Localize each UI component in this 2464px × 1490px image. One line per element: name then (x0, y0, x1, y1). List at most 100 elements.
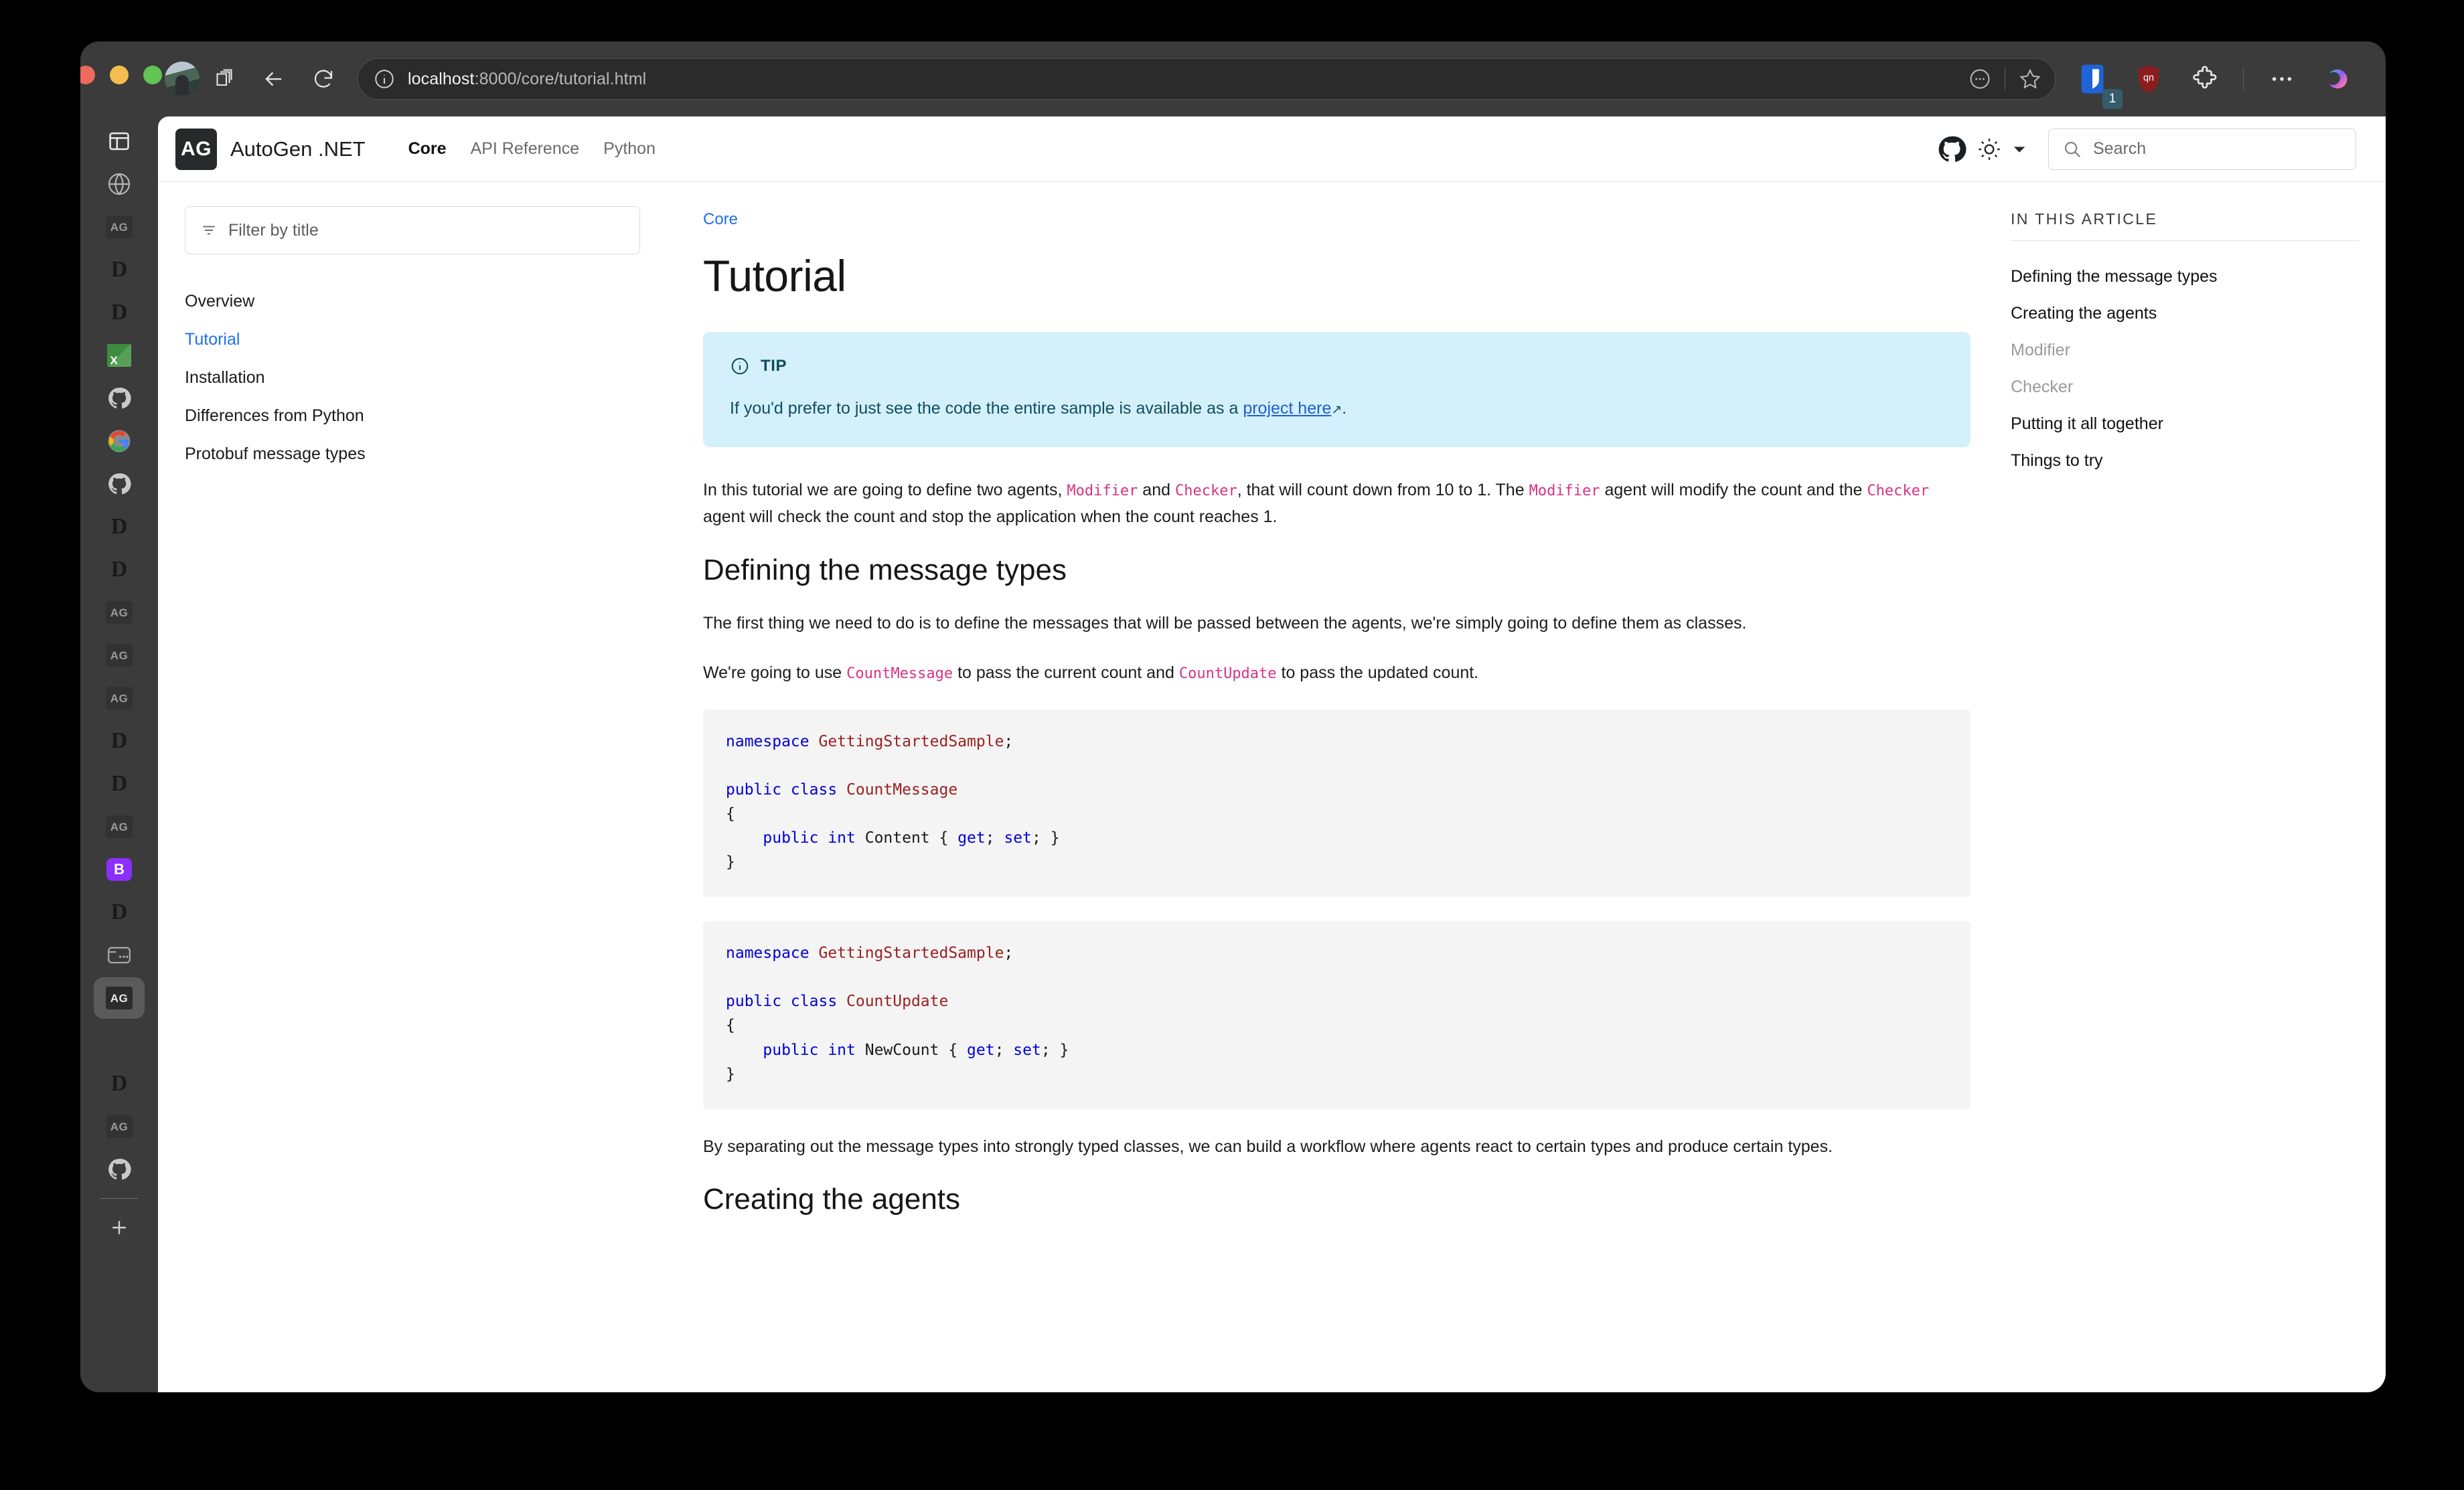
tab-microsoft[interactable] (94, 1020, 145, 1062)
docs-favicon: D (110, 557, 128, 582)
site-header: AG AutoGen .NET Core API Reference Python (158, 116, 2386, 182)
docs-favicon: D (110, 1071, 128, 1096)
tab-autogen-5[interactable]: AG (94, 806, 145, 847)
toc-item-defining-the-message-types[interactable]: Defining the message types (2011, 258, 2359, 295)
tab-docs-6[interactable]: D (94, 763, 145, 805)
text: , that will count down from 10 to 1. The (1237, 480, 1529, 499)
theme-dropdown-caret[interactable] (2008, 131, 2031, 168)
autogen-favicon: AG (106, 216, 133, 238)
page-actions-button[interactable] (1959, 61, 2001, 97)
vertical-tab-strip: AG D D X D D AG AG AG D D AG B D AG D AG (80, 42, 162, 1392)
docs-favicon: D (110, 728, 128, 753)
tab-github-1[interactable] (94, 378, 145, 419)
sidebar-item-differences-from-python[interactable]: Differences from Python (185, 397, 640, 435)
split-view-icon (108, 946, 131, 964)
inline-code: Checker (1174, 482, 1237, 499)
tab-autogen-active[interactable]: AG (94, 977, 145, 1019)
tab-autogen-2[interactable]: AG (94, 592, 145, 633)
tip-header: TIP (730, 356, 1944, 376)
topnav-python[interactable]: Python (591, 139, 668, 159)
profile-avatar[interactable] (165, 62, 200, 96)
text: We're going to use (703, 663, 847, 682)
filter-input[interactable]: Filter by title (185, 206, 640, 254)
copilot-icon (2329, 69, 2347, 89)
tab-divider (100, 1198, 139, 1199)
tab-docs-8[interactable]: D (94, 1063, 145, 1104)
tab-docs-5[interactable]: D (94, 720, 145, 762)
sidebar-item-overview[interactable]: Overview (185, 282, 640, 321)
github-icon (108, 388, 131, 409)
tab-autogen-3[interactable]: AG (94, 635, 145, 676)
tip-link[interactable]: project here (1243, 399, 1331, 418)
bookmark-button[interactable] (2009, 61, 2051, 97)
autogen-favicon: AG (106, 987, 133, 1009)
tip-text-before: If you'd prefer to just see the code the… (730, 399, 1243, 418)
collections-button[interactable] (200, 54, 249, 104)
minimize-window-button[interactable] (110, 66, 129, 84)
close-window-button[interactable] (80, 66, 95, 84)
tab-github-3[interactable] (94, 1149, 145, 1190)
tab-google[interactable] (94, 420, 145, 462)
copilot-button[interactable] (2313, 54, 2363, 104)
toc-item-checker[interactable]: Checker (2011, 369, 2359, 406)
toc-item-creating-the-agents[interactable]: Creating the agents (2011, 295, 2359, 332)
tab-split-view[interactable] (94, 934, 145, 976)
settings-more-button[interactable] (2257, 54, 2307, 104)
text: In this tutorial we are going to define … (703, 480, 1067, 499)
toc-item-putting-it-all-together[interactable]: Putting it all together (2011, 406, 2359, 442)
info-icon (731, 357, 749, 375)
new-tab-button[interactable] (94, 1208, 145, 1247)
tab-autogen-6[interactable]: AG (94, 1106, 145, 1147)
ublock-extension-button[interactable]: ub (2124, 54, 2173, 104)
filter-placeholder: Filter by title (228, 220, 319, 240)
tab-sidebar-toggle[interactable] (94, 120, 145, 162)
tab-globe[interactable] (94, 163, 145, 205)
more-circle-icon (1970, 69, 1990, 89)
search-input[interactable]: Search (2048, 128, 2356, 170)
inline-code: Modifier (1529, 482, 1600, 499)
bitwarden-extension-button[interactable]: 1 (2068, 54, 2123, 109)
sidebar-item-tutorial[interactable]: Tutorial (185, 321, 640, 359)
sidebar-item-protobuf-message-types[interactable]: Protobuf message types (185, 435, 640, 473)
tab-bing-copilot[interactable]: B (94, 849, 145, 890)
topnav-core[interactable]: Core (396, 139, 459, 159)
plus-icon (112, 1221, 126, 1234)
inline-code: Modifier (1067, 482, 1138, 499)
vault-icon (2081, 64, 2104, 94)
page-viewport: AG AutoGen .NET Core API Reference Python (158, 116, 2386, 1392)
tab-autogen-4[interactable]: AG (94, 677, 145, 719)
browser-toolbar: localhost:8000/core/tutorial.html 1 ub (158, 42, 2386, 116)
inline-code: CountMessage (846, 665, 953, 682)
docs-favicon: D (110, 771, 128, 796)
tab-docs-7[interactable]: D (94, 892, 145, 933)
header-actions: Search (1933, 128, 2356, 170)
window-controls (80, 66, 162, 84)
sidebar-item-installation[interactable]: Installation (185, 359, 640, 397)
page-title: Tutorial (703, 251, 846, 301)
toc-item-things-to-try[interactable]: Things to try (2011, 442, 2359, 479)
article-main: Core Tutorial TIP If you'd prefer to jus… (667, 182, 2011, 1392)
tab-docs-2[interactable]: D (94, 292, 145, 333)
address-bar[interactable]: localhost:8000/core/tutorial.html (358, 58, 2056, 100)
toc-item-modifier[interactable]: Modifier (2011, 332, 2359, 369)
bing-favicon: B (106, 858, 132, 881)
brand[interactable]: AG AutoGen .NET (175, 128, 366, 170)
back-button[interactable] (249, 54, 299, 104)
tab-docs-3[interactable]: D (94, 506, 145, 548)
tab-github-2[interactable] (94, 463, 145, 505)
topnav-api-reference[interactable]: API Reference (459, 139, 592, 159)
tab-docs-1[interactable]: D (94, 249, 145, 291)
extensions-button[interactable] (2180, 54, 2230, 104)
theme-switcher-button[interactable] (1971, 131, 2008, 168)
tab-autogen-1[interactable]: AG (94, 206, 145, 248)
excel-favicon: X (107, 344, 131, 367)
text: agent will check the count and stop the … (703, 507, 1278, 526)
github-link[interactable] (1933, 131, 1971, 168)
reload-button[interactable] (299, 54, 348, 104)
content-columns: Filter by title Overview Tutorial Installa… (158, 182, 2386, 1392)
autogen-favicon: AG (106, 1115, 133, 1138)
breadcrumb[interactable]: Core (703, 210, 1971, 229)
tab-excel[interactable]: X (94, 335, 145, 376)
right-sidebar: IN THIS ARTICLE Defining the message typ… (2011, 182, 2386, 1392)
tab-docs-4[interactable]: D (94, 549, 145, 590)
